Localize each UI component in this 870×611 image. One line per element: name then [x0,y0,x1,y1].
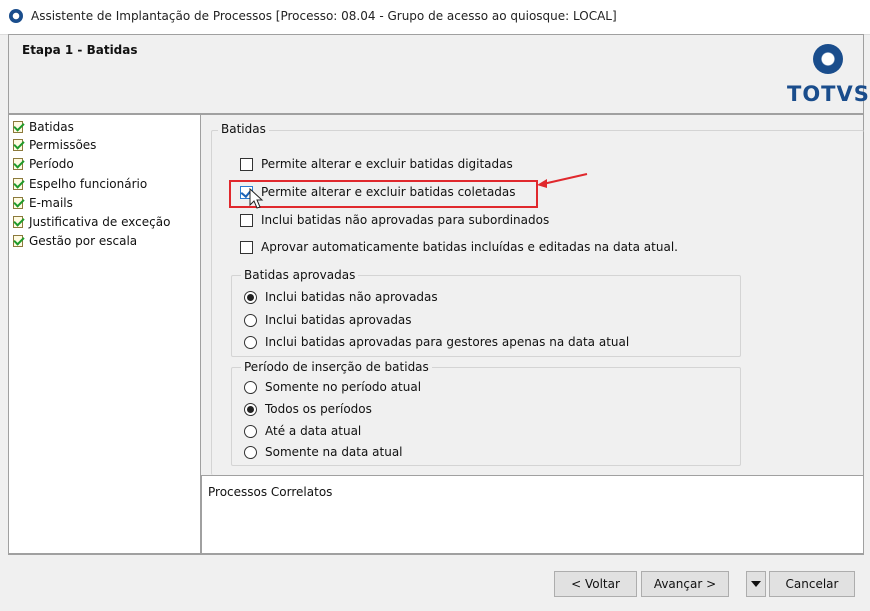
radio-somente-data-atual[interactable]: Somente na data atual [244,445,403,459]
radio-label: Inclui batidas aprovadas para gestores a… [265,335,630,349]
radio-label: Somente na data atual [265,445,403,459]
footer-divider [8,554,864,555]
checkbox[interactable] [240,213,253,227]
checkbox-label: Inclui batidas não aprovadas para subord… [261,213,550,227]
tree-item-label: Permissões [29,138,97,152]
batidas-group-label: Batidas [218,122,269,136]
radio-label: Todos os períodos [265,402,372,416]
checked-doc-icon [12,156,25,171]
cancel-button[interactable]: Cancelar [769,571,855,597]
radio-todos-periodos[interactable]: Todos os períodos [244,402,372,416]
steps-tree: Batidas Permissões Período Espelho funci… [8,114,201,554]
radio[interactable] [244,335,257,349]
radio-inclui-nao-aprovadas[interactable]: Inclui batidas não aprovadas [244,290,438,304]
checked-doc-icon [12,176,25,191]
back-button[interactable]: < Voltar [554,571,637,597]
option-inclui-nao-aprovadas-subordinados[interactable]: Inclui batidas não aprovadas para subord… [240,213,549,227]
tree-item-label: Batidas [29,120,74,134]
tree-item-permissoes[interactable]: Permissões [12,136,96,154]
window-title: Assistente de Implantação de Processos [… [31,9,617,23]
radio-inclui-aprovadas[interactable]: Inclui batidas aprovadas [244,313,412,327]
batidas-aprovadas-label: Batidas aprovadas [241,268,359,282]
tree-item-label: E-mails [29,196,73,210]
triangle-down-icon [751,581,761,587]
radio[interactable] [244,424,257,438]
radio[interactable] [244,445,257,459]
radio-selected[interactable] [244,402,257,416]
radio[interactable] [244,380,257,394]
periodo-insercao-label: Período de inserção de batidas [241,360,432,374]
checked-doc-icon [12,119,25,134]
checked-doc-icon [12,214,25,229]
radio-selected[interactable] [244,290,257,304]
tree-item-label: Justificativa de exceção [29,215,171,229]
checkbox-label: Aprovar automaticamente batidas incluída… [261,240,678,254]
mouse-cursor-icon [249,188,264,209]
tree-item-emails[interactable]: E-mails [12,194,73,212]
tree-item-batidas[interactable]: Batidas [12,118,74,136]
option-aprovar-automaticamente[interactable]: Aprovar automaticamente batidas incluída… [240,240,678,254]
radio-somente-periodo-atual[interactable]: Somente no período atual [244,380,421,394]
tree-item-label: Espelho funcionário [29,177,148,191]
tree-item-label: Gestão por escala [29,234,138,248]
checkbox[interactable] [240,240,253,254]
totvs-logo: TOTVS [787,82,870,106]
totvs-logo-icon [813,44,843,74]
highlight-annotation [229,180,538,208]
options-dropdown-button[interactable] [746,571,766,597]
step-title: Etapa 1 - Batidas [22,43,138,57]
next-button[interactable]: Avançar > [641,571,729,597]
radio-label: Inclui batidas não aprovadas [265,290,438,304]
radio-label: Inclui batidas aprovadas [265,313,412,327]
arrow-annotation-icon [537,173,588,188]
checked-doc-icon [12,233,25,248]
radio[interactable] [244,313,257,327]
radio-ate-data-atual[interactable]: Até a data atual [244,424,361,438]
tree-item-justificativa-excecao[interactable]: Justificativa de exceção [12,213,170,231]
tree-item-espelho-funcionario[interactable]: Espelho funcionário [12,175,147,193]
tree-item-gestao-escala[interactable]: Gestão por escala [12,232,137,250]
radio-label: Somente no período atual [265,380,422,394]
checkbox[interactable] [240,157,253,171]
related-processes-label: Processos Correlatos [208,485,333,499]
checked-doc-icon [12,195,25,210]
tree-item-periodo[interactable]: Período [12,155,74,173]
app-icon [9,9,23,23]
radio-label: Até a data atual [265,424,362,438]
checkbox-label: Permite alterar e excluir batidas digita… [261,157,513,171]
tree-item-label: Período [29,157,74,171]
checked-doc-icon [12,137,25,152]
option-alterar-digitadas[interactable]: Permite alterar e excluir batidas digita… [240,157,513,171]
radio-inclui-aprovadas-gestores[interactable]: Inclui batidas aprovadas para gestores a… [244,335,629,349]
